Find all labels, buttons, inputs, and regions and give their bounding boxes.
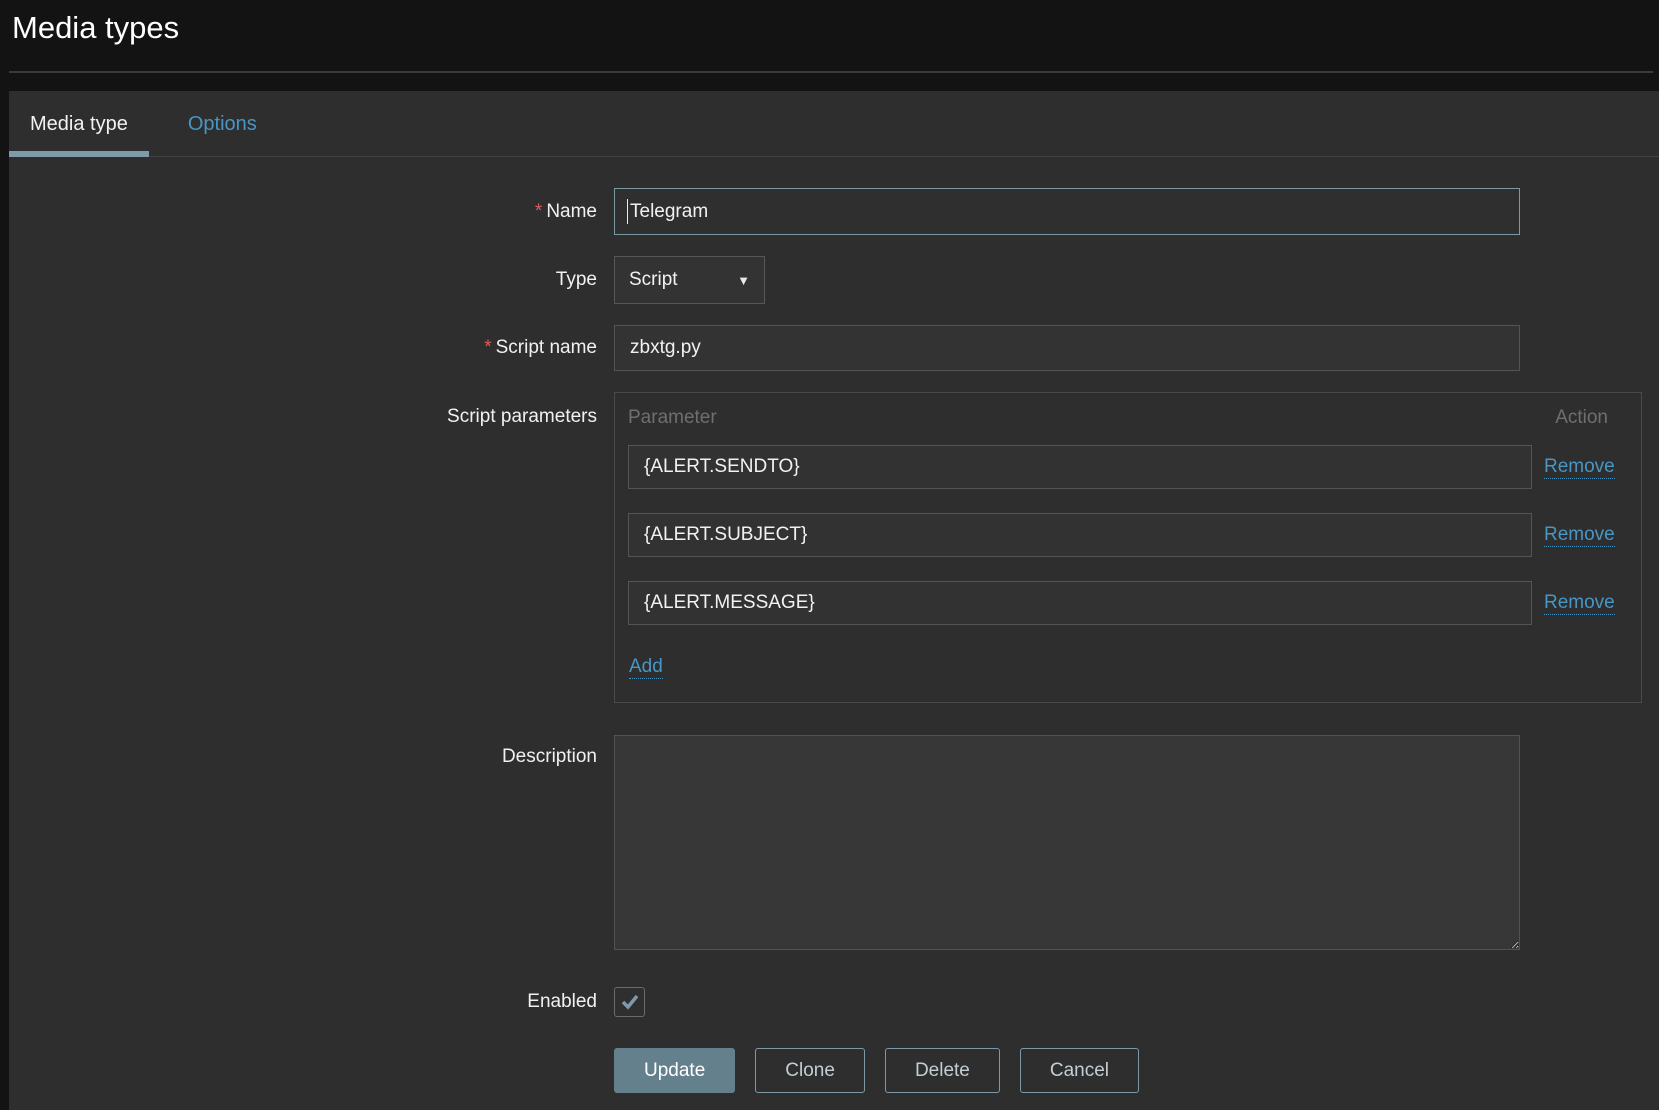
remove-parameter-2-button[interactable]: Remove xyxy=(1544,523,1615,547)
tab-options[interactable]: Options xyxy=(167,91,278,156)
type-label: Type xyxy=(555,269,597,290)
parameter-row: Remove xyxy=(628,513,1629,557)
description-label: Description xyxy=(501,746,597,767)
tab-bar: Media type Options xyxy=(9,91,1659,157)
clone-button[interactable]: Clone xyxy=(755,1048,865,1093)
script-name-label: * Script name xyxy=(484,337,597,358)
delete-button[interactable]: Delete xyxy=(884,1048,1000,1093)
script-name-row: * Script name xyxy=(9,325,1520,371)
name-field-wrap xyxy=(614,188,1520,235)
remove-parameter-1-button[interactable]: Remove xyxy=(1544,455,1615,479)
script-parameters-fieldset: Parameter Action Remove Remove Remove Ad… xyxy=(614,392,1642,703)
text-cursor xyxy=(627,199,628,224)
parameter-row: Remove xyxy=(628,445,1629,489)
required-asterisk: * xyxy=(484,337,492,358)
description-textarea[interactable] xyxy=(614,735,1520,950)
script-parameters-label: Script parameters xyxy=(447,406,597,427)
type-select-value: Script xyxy=(629,269,678,290)
type-select[interactable]: Script ▼ xyxy=(614,256,765,304)
add-parameter-button[interactable]: Add xyxy=(629,655,663,679)
parameters-table-header: Parameter Action xyxy=(628,407,1629,429)
enabled-row: Enabled xyxy=(9,987,645,1017)
title-divider xyxy=(9,71,1653,73)
parameter-input-2[interactable] xyxy=(628,513,1532,557)
footer-buttons-row: Update Clone Delete Cancel xyxy=(9,1048,1159,1093)
tab-media-type[interactable]: Media type xyxy=(9,91,149,157)
parameter-input-3[interactable] xyxy=(628,581,1532,625)
name-row: * Name xyxy=(9,188,1520,235)
dropdown-arrow-icon: ▼ xyxy=(737,272,750,288)
parameter-input-1[interactable] xyxy=(628,445,1532,489)
required-asterisk: * xyxy=(534,201,543,222)
cancel-button[interactable]: Cancel xyxy=(1019,1048,1140,1093)
page-title: Media types xyxy=(12,10,180,45)
form-panel: Media type Options *Name Type Script ▼ *… xyxy=(9,91,1659,1110)
description-row: Description xyxy=(9,735,1520,950)
script-name-input[interactable] xyxy=(614,325,1520,371)
parameter-row: Remove xyxy=(628,581,1629,625)
name-label: * Name xyxy=(534,201,597,222)
checkmark-icon xyxy=(621,994,639,1010)
script-parameters-row: Script parameters Parameter Action Remov… xyxy=(9,392,1642,703)
enabled-label: Enabled xyxy=(527,991,597,1012)
name-input[interactable] xyxy=(614,188,1520,235)
action-column-header: Action xyxy=(1555,407,1608,428)
update-button[interactable]: Update xyxy=(614,1048,736,1093)
type-row: Type Script ▼ xyxy=(9,256,765,304)
enabled-checkbox[interactable] xyxy=(614,987,645,1017)
parameter-column-header: Parameter xyxy=(628,407,717,428)
remove-parameter-3-button[interactable]: Remove xyxy=(1544,591,1615,615)
